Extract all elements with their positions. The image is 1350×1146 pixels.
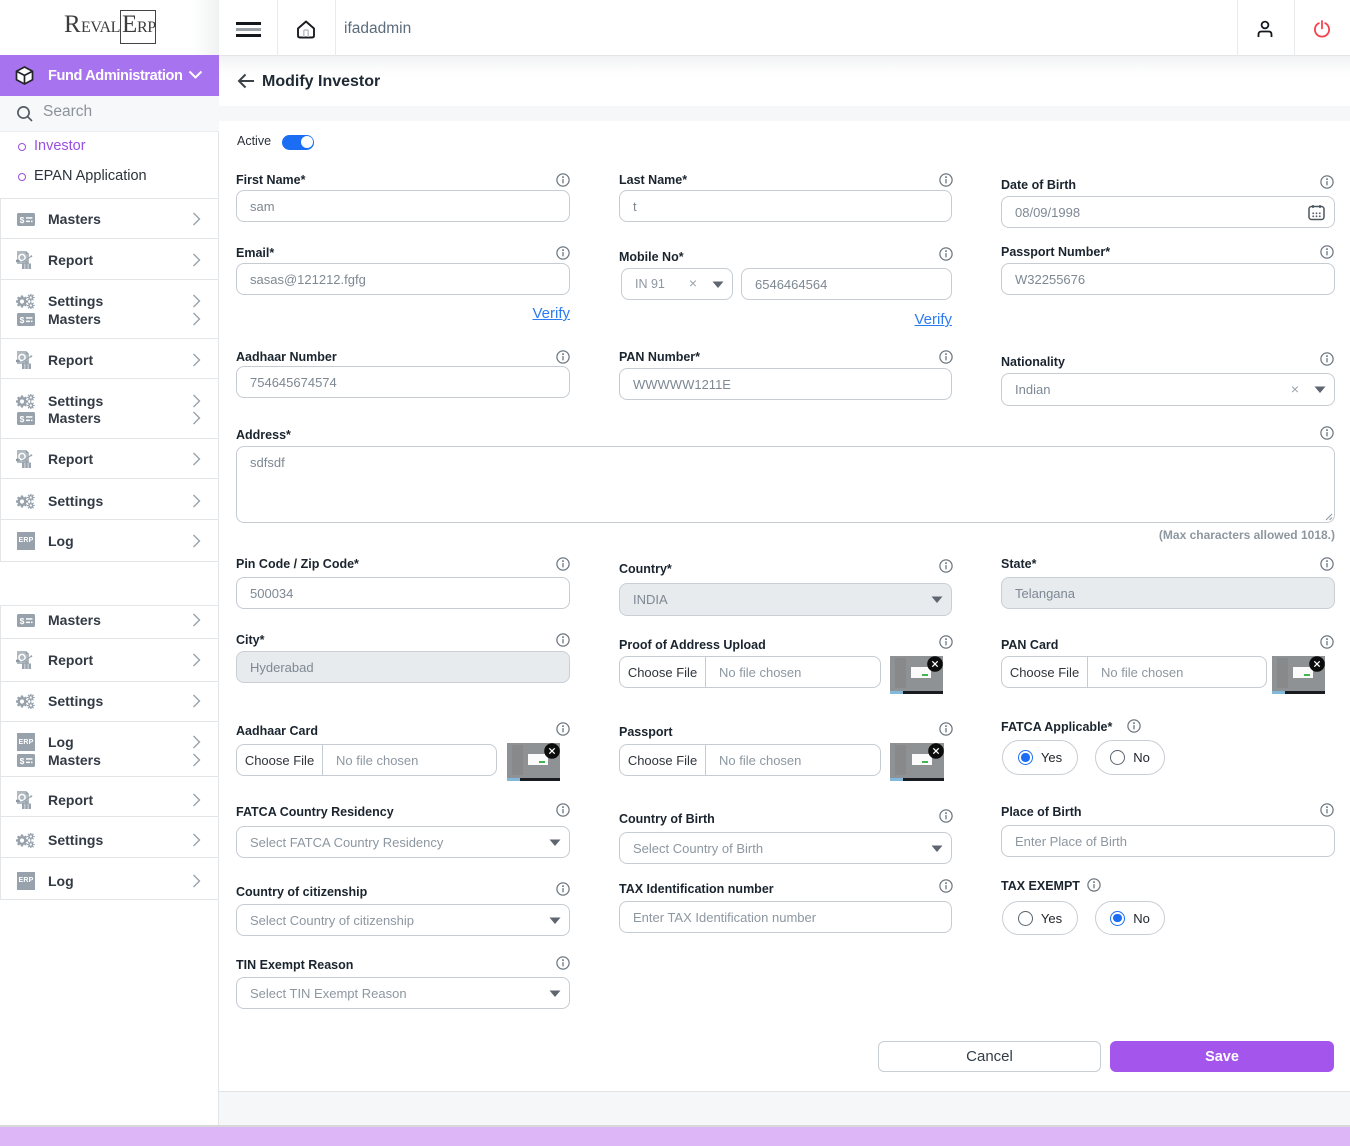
svg-text:$: $ <box>20 215 25 225</box>
svg-text:$: $ <box>20 616 25 626</box>
svg-text:$: $ <box>20 414 25 424</box>
svg-text:$: $ <box>20 756 25 766</box>
svg-text:$: $ <box>20 315 25 325</box>
